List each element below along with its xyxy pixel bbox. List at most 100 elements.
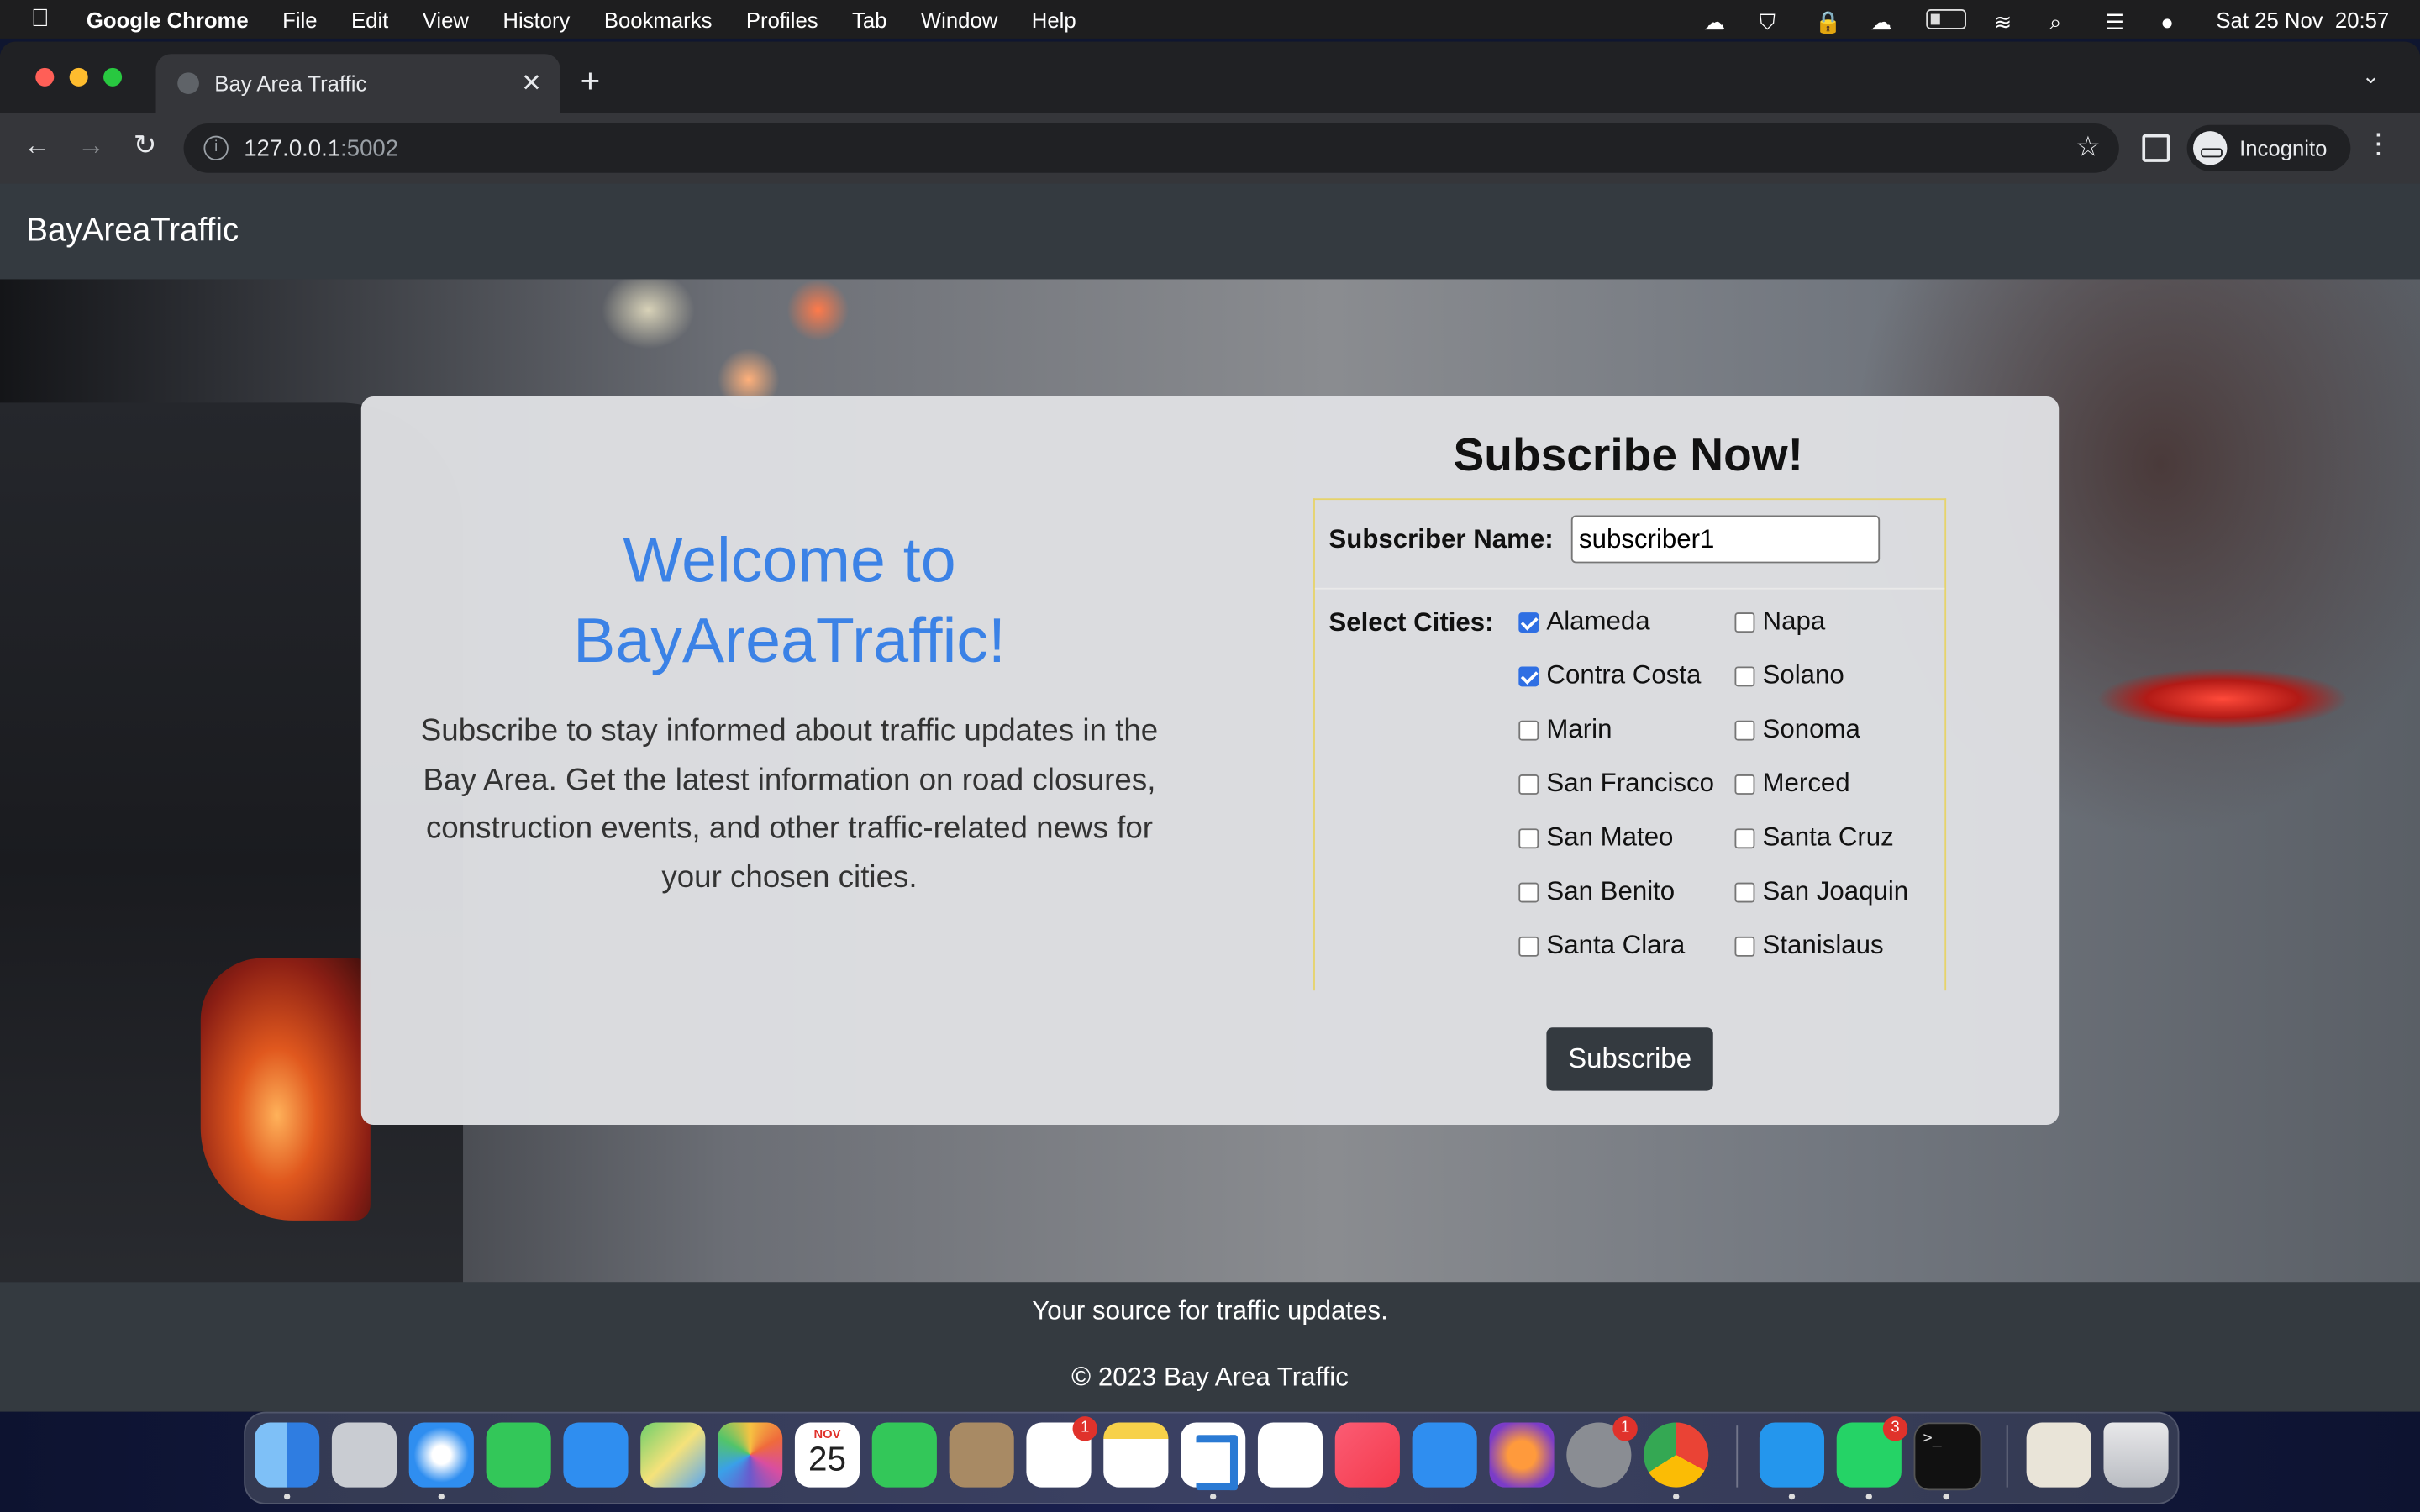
subscribe-button[interactable]: Subscribe bbox=[1546, 1027, 1713, 1091]
contacts-icon[interactable] bbox=[949, 1422, 1014, 1488]
chrome-icon[interactable] bbox=[1644, 1422, 1709, 1488]
trash-icon[interactable] bbox=[2103, 1422, 2169, 1488]
city-checkbox[interactable] bbox=[1518, 612, 1539, 633]
city-option[interactable]: Napa bbox=[1734, 605, 1825, 638]
running-indicator bbox=[283, 1493, 291, 1500]
city-checkbox[interactable] bbox=[1734, 774, 1755, 795]
site-brand[interactable]: BayAreaTraffic bbox=[26, 213, 239, 249]
bookmark-star-icon[interactable]: ☆ bbox=[2075, 131, 2101, 164]
menu-help[interactable]: Help bbox=[1032, 7, 1076, 31]
siri-icon[interactable]: ● bbox=[2160, 8, 2188, 33]
city-label: San Mateo bbox=[1546, 822, 1674, 852]
reminders-icon[interactable]: 1 bbox=[1026, 1416, 1097, 1488]
terminal-icon[interactable]: >_ bbox=[1913, 1422, 1982, 1491]
more-menu-icon[interactable]: ⋮ bbox=[2365, 128, 2392, 160]
menu-profiles[interactable]: Profiles bbox=[746, 7, 818, 31]
city-option[interactable]: Marin bbox=[1518, 713, 1612, 747]
documents-stack-icon[interactable] bbox=[2026, 1422, 2091, 1488]
city-option[interactable]: San Joaquin bbox=[1734, 874, 1908, 908]
close-window-button[interactable] bbox=[35, 67, 55, 87]
city-label: Sonoma bbox=[1762, 714, 1860, 744]
chevron-down-icon[interactable]: ⌄ bbox=[2362, 63, 2381, 89]
side-panel-icon[interactable] bbox=[2142, 134, 2170, 162]
whatsapp-icon[interactable]: 3 bbox=[1836, 1416, 1908, 1488]
minimize-window-button[interactable] bbox=[69, 67, 88, 87]
city-checkbox[interactable] bbox=[1734, 612, 1755, 633]
city-checkbox[interactable] bbox=[1734, 665, 1755, 686]
site-info-icon[interactable]: i bbox=[203, 135, 229, 161]
city-checkbox[interactable] bbox=[1734, 719, 1755, 740]
back-arrow-icon[interactable]: ← bbox=[20, 129, 54, 162]
reload-icon[interactable]: ↻ bbox=[128, 129, 161, 162]
address-bar[interactable]: i 127.0.0.1:5002 ☆ bbox=[183, 123, 2119, 173]
close-tab-icon[interactable]: ✕ bbox=[521, 68, 542, 99]
city-checkbox[interactable] bbox=[1734, 827, 1755, 848]
city-checkbox[interactable] bbox=[1518, 881, 1539, 902]
whatsapp-badge: 3 bbox=[1882, 1416, 1908, 1441]
city-option[interactable]: San Mateo bbox=[1518, 821, 1673, 854]
menu-tab[interactable]: Tab bbox=[852, 7, 886, 31]
messages-icon[interactable] bbox=[486, 1422, 551, 1488]
city-option[interactable]: Solano bbox=[1734, 659, 1844, 692]
menu-edit[interactable]: Edit bbox=[351, 7, 388, 31]
menubar-status-area: ☁ ⛉ 🔒 ☁ ≋ ⌕ ☰ ● Sat 25 Nov 20:57 bbox=[1704, 0, 2390, 39]
city-checkbox[interactable] bbox=[1518, 827, 1539, 848]
city-option[interactable]: Merced bbox=[1734, 767, 1850, 801]
city-option[interactable]: Alameda bbox=[1518, 605, 1650, 638]
city-option[interactable]: Santa Cruz bbox=[1734, 821, 1894, 854]
wifi-icon[interactable]: ≋ bbox=[1994, 8, 2022, 33]
forward-arrow-icon[interactable]: → bbox=[74, 129, 108, 162]
city-option[interactable]: San Benito bbox=[1518, 874, 1675, 908]
menu-history[interactable]: History bbox=[502, 7, 570, 31]
launchpad-icon[interactable] bbox=[331, 1422, 397, 1488]
browser-tab[interactable]: Bay Area Traffic ✕ bbox=[155, 54, 560, 113]
control-center-icon[interactable]: ☰ bbox=[2105, 8, 2133, 33]
cloud-icon[interactable]: ☁ bbox=[1870, 8, 1898, 33]
mail-icon[interactable] bbox=[563, 1422, 629, 1488]
photos-icon[interactable] bbox=[718, 1422, 783, 1488]
shield-icon[interactable]: ⛉ bbox=[1760, 8, 1787, 33]
battery-icon[interactable] bbox=[1926, 9, 1966, 29]
music-icon[interactable] bbox=[1334, 1422, 1400, 1488]
city-option[interactable]: Stanislaus bbox=[1734, 929, 1884, 963]
city-checkbox[interactable] bbox=[1518, 719, 1539, 740]
notes-icon[interactable] bbox=[1103, 1422, 1169, 1488]
safari-icon[interactable] bbox=[408, 1422, 474, 1488]
new-tab-icon[interactable]: + bbox=[581, 61, 601, 102]
city-checkbox[interactable] bbox=[1734, 881, 1755, 902]
menu-file[interactable]: File bbox=[282, 7, 317, 31]
city-option[interactable]: Santa Clara bbox=[1518, 929, 1685, 963]
facetime-icon[interactable] bbox=[871, 1422, 937, 1488]
city-checkbox[interactable] bbox=[1518, 774, 1539, 795]
vscode-icon[interactable] bbox=[1181, 1422, 1246, 1491]
menubar-clock[interactable]: Sat 25 Nov 20:57 bbox=[2216, 7, 2389, 31]
maps-icon[interactable] bbox=[640, 1422, 706, 1488]
site-navbar: BayAreaTraffic bbox=[0, 183, 2420, 280]
menu-view[interactable]: View bbox=[423, 7, 469, 31]
firefox-icon[interactable] bbox=[1489, 1422, 1555, 1488]
calendar-icon[interactable]: NOV 25 bbox=[794, 1422, 860, 1488]
city-checkbox[interactable] bbox=[1518, 935, 1539, 956]
zoom-window-button[interactable] bbox=[103, 67, 123, 87]
city-checkbox[interactable] bbox=[1518, 665, 1539, 686]
cloud-sync-icon[interactable]: ☁ bbox=[1704, 8, 1732, 33]
incognito-profile-button[interactable]: Incognito bbox=[2186, 124, 2351, 171]
subscriber-name-input[interactable] bbox=[1570, 515, 1881, 564]
menu-window[interactable]: Window bbox=[921, 7, 997, 31]
footer-tagline: Your source for traffic updates. bbox=[1032, 1295, 1388, 1326]
finder-icon[interactable] bbox=[255, 1422, 320, 1488]
search-icon[interactable]: ⌕ bbox=[2049, 8, 2077, 33]
app-store-icon[interactable] bbox=[1412, 1422, 1477, 1488]
city-option[interactable]: Contra Costa bbox=[1518, 659, 1701, 692]
menu-app-name[interactable]: Google Chrome bbox=[87, 7, 249, 31]
lock-icon[interactable]: 🔒 bbox=[1815, 8, 1843, 33]
city-option[interactable]: San Francisco bbox=[1518, 767, 1714, 801]
menu-bookmarks[interactable]: Bookmarks bbox=[604, 7, 713, 31]
city-option[interactable]: Sonoma bbox=[1734, 713, 1860, 747]
calendar-day: 25 bbox=[808, 1439, 846, 1478]
system-settings-icon[interactable]: 1 bbox=[1566, 1416, 1638, 1488]
docker-icon[interactable] bbox=[1759, 1422, 1825, 1488]
freeform-icon[interactable] bbox=[1257, 1422, 1323, 1488]
apple-icon[interactable]:  bbox=[31, 5, 59, 33]
city-checkbox[interactable] bbox=[1734, 935, 1755, 956]
